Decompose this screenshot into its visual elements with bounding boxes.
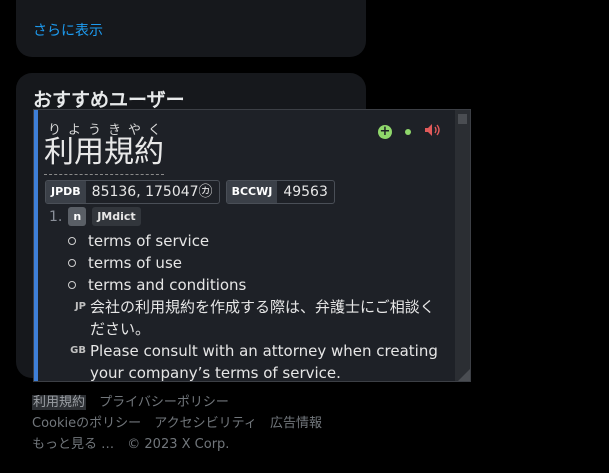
footer-more-link[interactable]: もっと見る … <box>32 437 114 452</box>
example-japanese: JP 会社の利用規約を作成する際は、弁護士にご相談ください。 <box>66 296 445 340</box>
bullet-icon <box>68 237 76 245</box>
footer-links: 利用規約 プライバシーポリシー Cookieのポリシー アクセシビリティ 広告情… <box>32 392 331 455</box>
sense-header: 1. n JMdict <box>49 207 141 226</box>
trends-card: さらに表示 <box>16 0 366 57</box>
language-code: GB <box>70 345 86 356</box>
gloss-item: terms and conditions <box>68 274 246 296</box>
recommended-users-title: おすすめユーザー <box>33 89 185 111</box>
scroll-thumb[interactable] <box>458 114 467 124</box>
status-dot-icon <box>405 128 411 135</box>
footer-link-ads[interactable]: 広告情報 <box>270 416 322 431</box>
frequency-bccwj[interactable]: BCCWJ 49563 <box>225 180 335 204</box>
example-english: GB Please consult with an attorney when … <box>66 340 445 382</box>
popup-scrollbar[interactable] <box>455 110 470 381</box>
footer-copyright: © 2023 X Corp. <box>127 437 230 452</box>
frequency-row: JPDB 85136, 175047㋕ BCCWJ 49563 <box>45 180 335 204</box>
dictionary-tag[interactable]: JMdict <box>92 207 141 226</box>
example-sentence: 会社の利用規約を作成する際は、弁護士にご相談ください。 <box>90 298 435 338</box>
footer-link-accessibility[interactable]: アクセシビリティ <box>154 416 257 431</box>
term-headword[interactable]: 利用規約 <box>44 133 164 175</box>
sense-number: 1. <box>49 208 63 225</box>
show-more-link[interactable]: さらに表示 <box>33 20 103 40</box>
frequency-tag: JPDB <box>46 181 86 203</box>
gloss-item: terms of use <box>68 252 246 274</box>
gloss-item: terms of service <box>68 230 246 252</box>
dictionary-popup[interactable]: りようきやく 利用規約 + JPDB 85136, 175047㋕ BCCWJ … <box>33 109 471 382</box>
popup-accent-bar <box>34 110 38 381</box>
bullet-icon <box>68 259 76 267</box>
part-of-speech-tag[interactable]: n <box>68 207 87 226</box>
frequency-jpdb[interactable]: JPDB 85136, 175047㋕ <box>45 180 220 204</box>
frequency-value: 49563 <box>283 184 328 200</box>
gloss-list: terms of service terms of use terms and … <box>68 230 246 296</box>
popup-actions: + <box>378 122 442 141</box>
footer-link-privacy[interactable]: プライバシーポリシー <box>99 395 229 410</box>
footer-link-terms[interactable]: 利用規約 <box>32 395 87 410</box>
frequency-value: 85136, 175047㋕ <box>91 184 213 200</box>
language-code: JP <box>74 301 86 312</box>
footer-link-cookie[interactable]: Cookieのポリシー <box>32 416 141 431</box>
example-translation: Please consult with an attorney when cre… <box>90 342 438 382</box>
frequency-tag: BCCWJ <box>226 181 278 203</box>
speaker-icon[interactable] <box>424 122 442 141</box>
bullet-icon <box>68 281 76 289</box>
resize-grip-icon[interactable] <box>458 369 470 381</box>
add-note-icon[interactable]: + <box>378 124 392 139</box>
